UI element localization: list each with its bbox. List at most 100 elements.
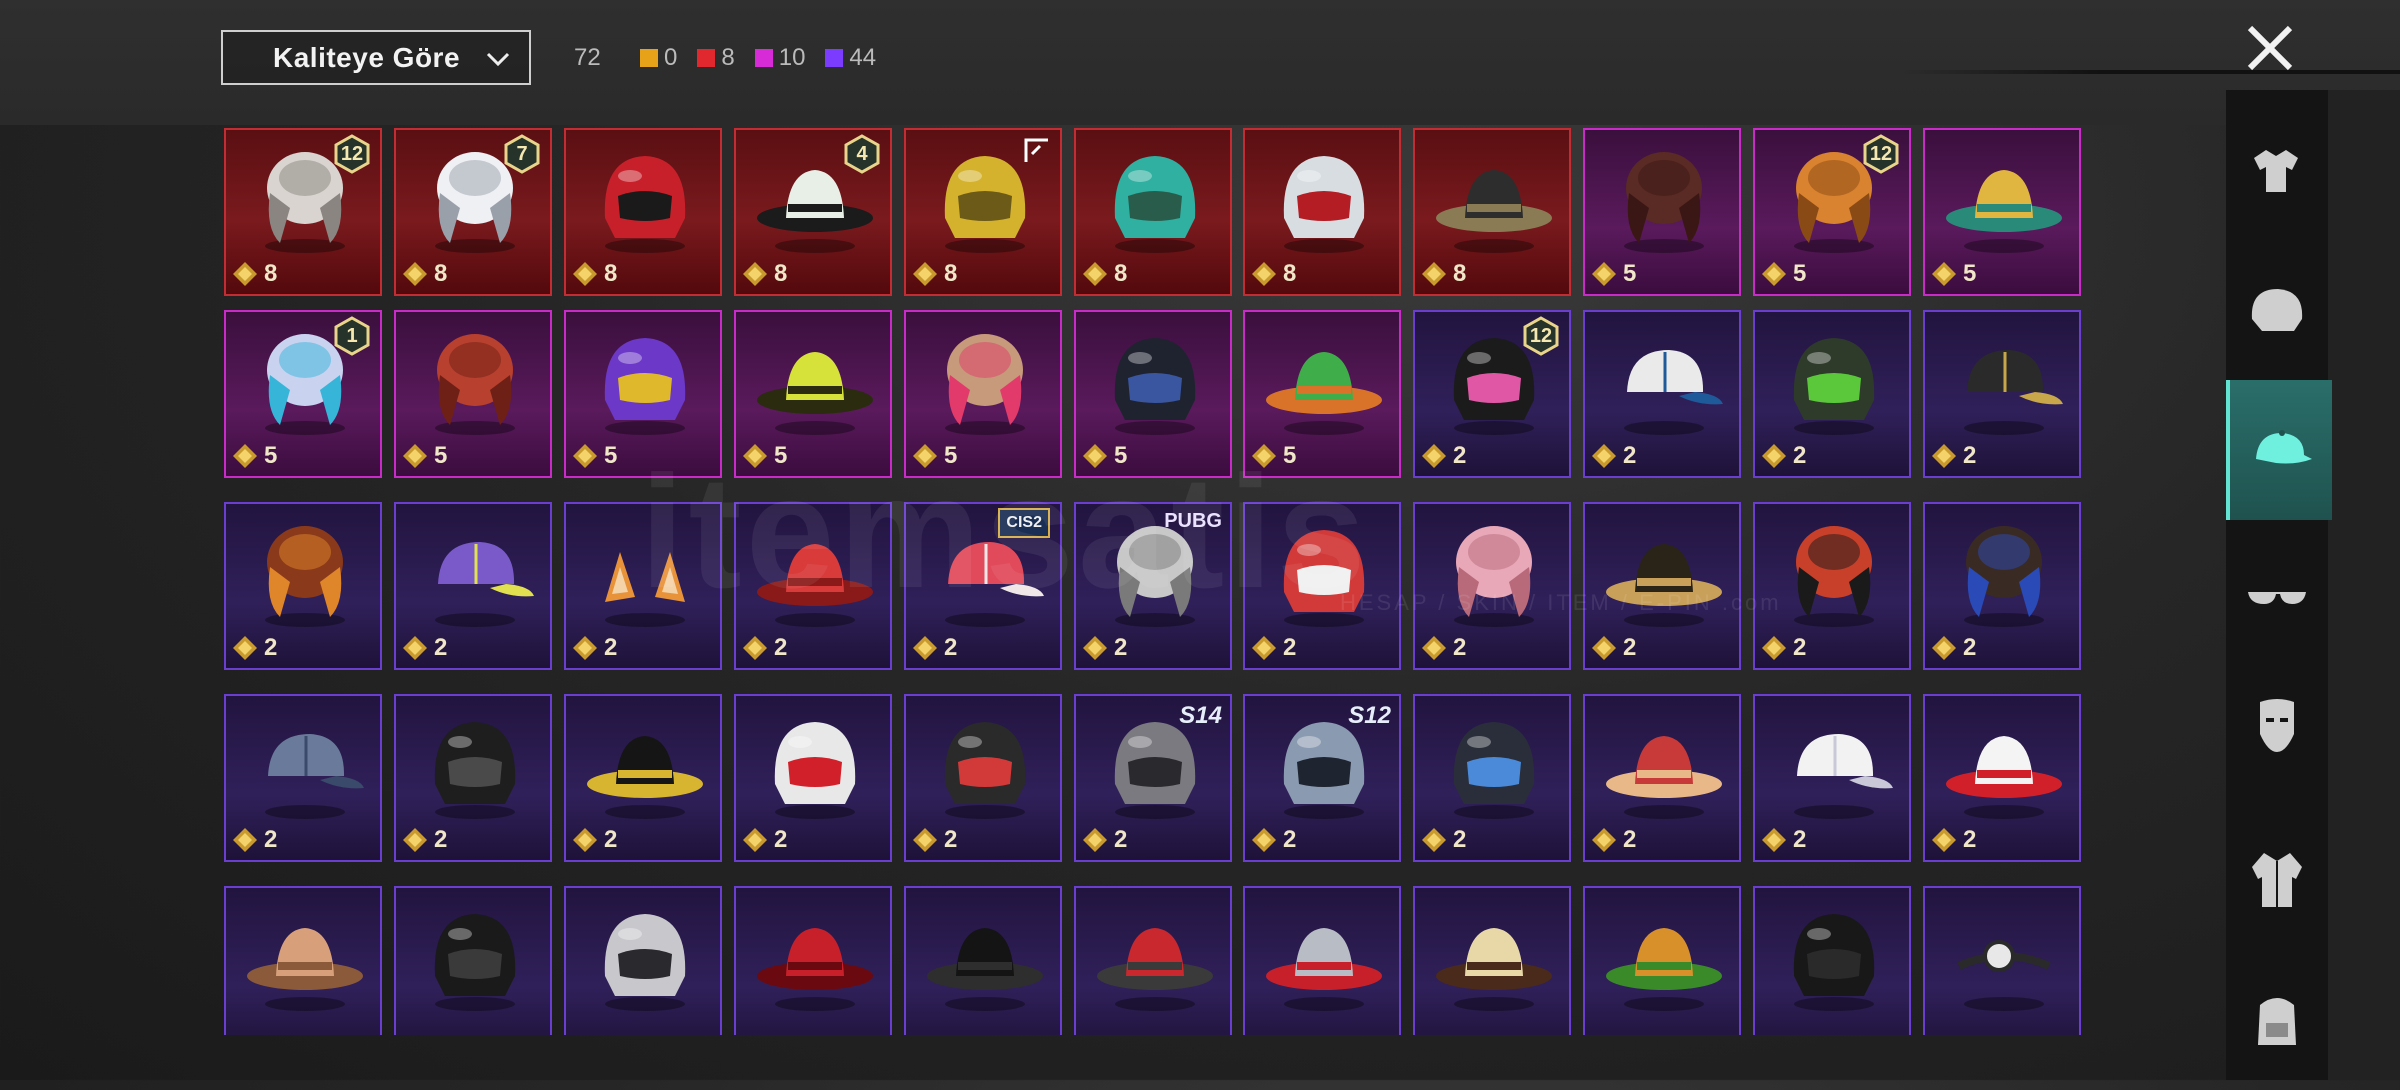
item-tile[interactable]: 5 xyxy=(1583,128,1741,296)
item-tile[interactable]: 2 xyxy=(1413,694,1571,862)
item-tile[interactable] xyxy=(394,886,552,1035)
item-cost: 2 xyxy=(1761,442,1806,470)
item-tile[interactable] xyxy=(1753,886,1911,1035)
item-tile[interactable]: 2 xyxy=(1753,502,1911,670)
quality-counts: 0 8 10 44 xyxy=(640,44,876,72)
season-badge: S14 xyxy=(1179,702,1222,729)
mask-icon xyxy=(2260,699,2294,752)
sidebar-item-cap[interactable] xyxy=(2226,380,2332,520)
item-tile[interactable] xyxy=(1413,886,1571,1035)
item-tile[interactable] xyxy=(224,886,382,1035)
item-cost-value: 2 xyxy=(1114,826,1128,853)
currency-icon xyxy=(573,828,597,852)
item-tile[interactable]: 2 xyxy=(1923,502,2081,670)
item-tile[interactable]: 5 xyxy=(1923,128,2081,296)
season-badge: S12 xyxy=(1348,702,1391,729)
currency-icon xyxy=(403,262,427,286)
item-tile[interactable]: S12 2 xyxy=(1243,694,1401,862)
item-tile[interactable]: 2 xyxy=(394,502,552,670)
item-tile[interactable]: 2 xyxy=(224,502,382,670)
currency-icon xyxy=(1083,262,1107,286)
black-gas-mask-icon xyxy=(434,722,516,819)
item-tile[interactable]: 2 xyxy=(1753,694,1911,862)
item-tile[interactable]: 48 xyxy=(734,128,892,296)
conical-hat-icon xyxy=(247,928,363,1011)
sidebar-item-mask[interactable] xyxy=(2226,655,2328,795)
item-tile[interactable] xyxy=(1243,886,1401,1035)
black-helmet-icon xyxy=(1114,338,1196,435)
item-tile[interactable]: 8 xyxy=(1243,128,1401,296)
item-cost-value: 2 xyxy=(1453,826,1467,853)
item-cost: 2 xyxy=(1761,826,1806,854)
demon-mask-icon xyxy=(1283,156,1365,253)
currency-icon xyxy=(233,636,257,660)
item-tile[interactable]: 12 8 xyxy=(224,128,382,296)
flag-corner-icon xyxy=(1024,138,1048,162)
item-tile[interactable] xyxy=(564,886,722,1035)
item-tile[interactable]: 2 xyxy=(734,694,892,862)
item-tile[interactable] xyxy=(904,886,1062,1035)
item-tile[interactable] xyxy=(1074,886,1232,1035)
item-tile[interactable]: 2 xyxy=(1413,502,1571,670)
item-tile[interactable]: 12 5 xyxy=(1753,128,1911,296)
currency-icon xyxy=(913,828,937,852)
sidebar-item-backpack[interactable] xyxy=(2226,950,2328,1090)
dragon-helmet-icon xyxy=(1114,156,1196,253)
item-tile[interactable]: 2 xyxy=(394,694,552,862)
currency-icon xyxy=(403,444,427,468)
item-cost: 8 xyxy=(1082,260,1127,288)
currency-icon xyxy=(1932,636,1956,660)
sort-dropdown[interactable]: Kaliteye Göre xyxy=(221,30,531,85)
item-tile[interactable]: 78 xyxy=(394,128,552,296)
item-tile[interactable] xyxy=(1923,886,2081,1035)
sidebar-item-jacket[interactable] xyxy=(2226,810,2328,950)
item-tile[interactable]: 2 xyxy=(1583,502,1741,670)
item-tile[interactable] xyxy=(734,886,892,1035)
item-tile[interactable]: 2 xyxy=(224,694,382,862)
quality-count-red: 8 xyxy=(697,44,735,72)
red-long-hair-icon xyxy=(1794,526,1874,627)
item-tile[interactable]: 12 2 xyxy=(1413,310,1571,478)
item-tile[interactable]: 2 xyxy=(1583,694,1741,862)
item-tile[interactable]: 2 xyxy=(904,694,1062,862)
feather-headdress-icon xyxy=(1946,170,2062,253)
item-tile[interactable]: 8 xyxy=(1413,128,1571,296)
item-cost: 2 xyxy=(572,826,617,854)
item-tile[interactable]: 5 xyxy=(394,310,552,478)
sidebar-item-helmet[interactable] xyxy=(2226,240,2328,380)
item-tile[interactable]: 2 xyxy=(1923,310,2081,478)
sidebar-item-glasses[interactable] xyxy=(2226,525,2328,665)
item-tile[interactable]: 2 xyxy=(1753,310,1911,478)
item-tile[interactable]: 8 xyxy=(904,128,1062,296)
item-cost: 2 xyxy=(1931,634,1976,662)
currency-icon xyxy=(573,262,597,286)
item-cost: 5 xyxy=(1591,260,1636,288)
item-cost-value: 5 xyxy=(604,442,618,469)
black-beanie-icon xyxy=(1793,914,1875,1011)
red-beret-icon xyxy=(757,928,873,1011)
item-tile[interactable] xyxy=(1583,886,1741,1035)
item-cost: 8 xyxy=(402,260,447,288)
item-tile[interactable]: S14 2 xyxy=(1074,694,1232,862)
item-tile[interactable]: 8 xyxy=(1074,128,1232,296)
currency-icon xyxy=(1762,828,1786,852)
dark-beanie-icon xyxy=(1453,722,1535,819)
gray-cap-icon xyxy=(265,734,364,819)
item-cost-value: 8 xyxy=(944,260,958,287)
frog-hat-icon xyxy=(1266,352,1382,435)
item-tile[interactable]: 2 xyxy=(564,694,722,862)
item-tile[interactable]: 2 xyxy=(1583,310,1741,478)
item-tile[interactable]: 8 xyxy=(564,128,722,296)
level-badge-text: 12 xyxy=(1529,325,1553,347)
currency-icon xyxy=(1932,444,1956,468)
close-icon[interactable] xyxy=(2242,20,2298,76)
item-cost-value: 2 xyxy=(1963,826,1977,853)
item-tile[interactable]: 15 xyxy=(224,310,382,478)
item-cost: 2 xyxy=(232,826,277,854)
item-cost-value: 2 xyxy=(944,634,958,661)
item-cost-value: 5 xyxy=(1793,260,1807,287)
item-tile[interactable]: 2 xyxy=(1923,694,2081,862)
currency-icon xyxy=(1422,262,1446,286)
quality-count-pink: 10 xyxy=(754,44,805,72)
sidebar-item-outfit[interactable] xyxy=(2226,105,2328,245)
